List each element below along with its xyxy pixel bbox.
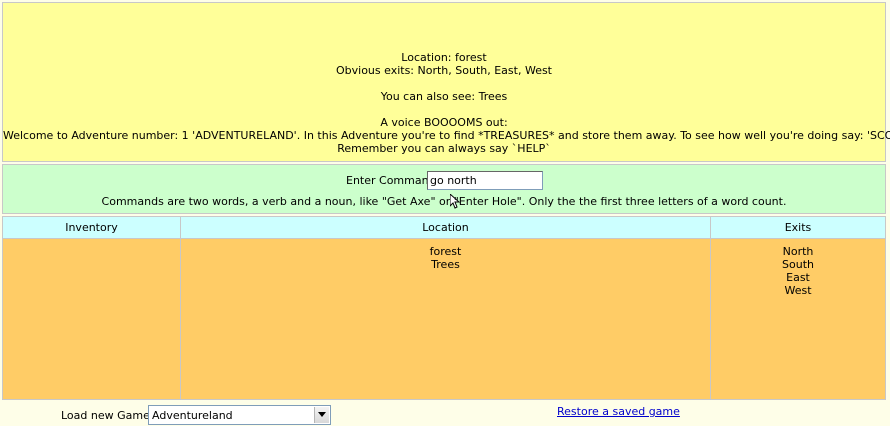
exits-header: Exits [711,217,885,239]
exit-item: East [786,271,810,284]
command-label: Enter Command: [346,174,440,187]
dropdown-arrow-button[interactable] [314,407,329,423]
load-game-label: Load new Game: [61,409,154,422]
inventory-column: Inventory [3,217,181,399]
exit-item: North [782,245,814,258]
bottom-bar: Load new Game: Adventureland Restore a s… [0,402,890,426]
location-item: Trees [431,258,460,271]
location-column: Location forest Trees [181,217,711,399]
chevron-down-icon [318,412,326,417]
exits-column: Exits North South East West [711,217,885,399]
restore-saved-game-link[interactable]: Restore a saved game [557,405,680,418]
inventory-list [3,239,180,245]
adventure-game-window: Location: forest Obvious exits: North, S… [0,0,890,426]
location-list: forest Trees [181,239,710,271]
visible-items-message: You can also see: Trees [380,90,508,103]
inventory-header: Inventory [3,217,180,239]
location-item: forest [429,245,462,258]
exit-item: West [784,284,812,297]
message-panel: Location: forest Obvious exits: North, S… [2,2,890,162]
location-header: Location [181,217,710,239]
location-message: Location: forest [401,51,487,64]
exit-item: South [782,258,814,271]
game-select-dropdown[interactable]: Adventureland [148,405,331,425]
command-input[interactable] [427,171,543,190]
game-status-table: Inventory Location forest Trees Exits No… [2,216,886,400]
message-text: Location: forest Obvious exits: North, S… [3,51,890,155]
command-panel: Enter Command: Commands are two words, a… [2,164,886,214]
exits-list: North South East West [711,239,885,297]
help-reminder-message: Remember you can always say `HELP` [337,142,551,155]
voice-message: A voice BOOOOMS out: [380,116,508,129]
command-help-text: Commands are two words, a verb and a nou… [101,195,787,208]
welcome-message: Welcome to Adventure number: 1 'ADVENTUR… [3,129,890,142]
exits-message: Obvious exits: North, South, East, West [335,64,552,77]
selected-game-value: Adventureland [152,409,233,422]
